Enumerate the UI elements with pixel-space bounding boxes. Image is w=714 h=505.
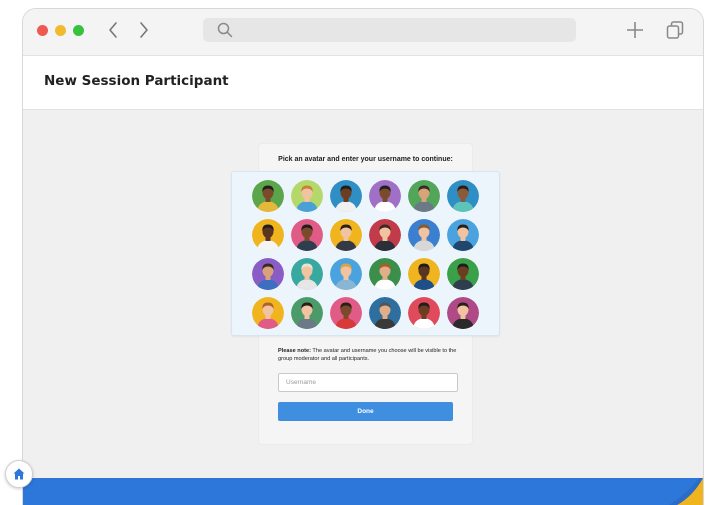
avatar-option[interactable] xyxy=(291,297,323,329)
person-avatar-icon xyxy=(330,258,362,290)
username-input[interactable] xyxy=(278,373,458,392)
app-header: New Session Participant xyxy=(23,56,703,110)
avatar-option[interactable] xyxy=(330,297,362,329)
avatar-option[interactable] xyxy=(291,219,323,251)
person-avatar-icon xyxy=(252,297,284,329)
avatar-picker xyxy=(231,171,500,336)
avatar-option[interactable] xyxy=(330,219,362,251)
plus-icon xyxy=(627,22,643,38)
person-avatar-icon xyxy=(408,258,440,290)
person-avatar-icon xyxy=(330,219,362,251)
avatar-option[interactable] xyxy=(330,180,362,212)
person-avatar-icon xyxy=(291,219,323,251)
done-button[interactable]: Done xyxy=(278,402,453,421)
corner-accent xyxy=(669,478,703,505)
person-avatar-icon xyxy=(369,258,401,290)
avatar-option[interactable] xyxy=(408,258,440,290)
home-icon xyxy=(13,468,25,480)
person-avatar-icon xyxy=(369,297,401,329)
avatar-option[interactable] xyxy=(369,258,401,290)
avatar-option[interactable] xyxy=(252,219,284,251)
browser-window: New Session Participant Pick an avatar a… xyxy=(22,8,704,505)
avatar-option[interactable] xyxy=(408,219,440,251)
browser-toolbar xyxy=(23,9,703,56)
person-avatar-icon xyxy=(447,180,479,212)
avatar-option[interactable] xyxy=(447,219,479,251)
tabs-icon xyxy=(666,21,684,39)
minimize-window-button[interactable] xyxy=(55,25,66,36)
person-avatar-icon xyxy=(252,180,284,212)
avatar-option[interactable] xyxy=(447,297,479,329)
avatar-option[interactable] xyxy=(408,297,440,329)
person-avatar-icon xyxy=(408,219,440,251)
privacy-note: Please note: The avatar and username you… xyxy=(278,347,458,363)
avatar-option[interactable] xyxy=(369,297,401,329)
person-avatar-icon xyxy=(291,258,323,290)
participant-form-card: Pick an avatar and enter your username t… xyxy=(231,143,500,445)
person-avatar-icon xyxy=(408,297,440,329)
bottom-bar xyxy=(23,478,703,505)
person-avatar-icon xyxy=(447,219,479,251)
chevron-left-icon xyxy=(109,22,117,38)
chevron-right-icon xyxy=(140,22,148,38)
avatar-option[interactable] xyxy=(408,180,440,212)
person-avatar-icon xyxy=(408,180,440,212)
avatar-option[interactable] xyxy=(291,258,323,290)
avatar-option[interactable] xyxy=(330,258,362,290)
person-avatar-icon xyxy=(252,258,284,290)
person-avatar-icon xyxy=(447,297,479,329)
avatar-option[interactable] xyxy=(252,258,284,290)
maximize-window-button[interactable] xyxy=(73,25,84,36)
back-button[interactable] xyxy=(105,20,123,40)
person-avatar-icon xyxy=(369,180,401,212)
person-avatar-icon xyxy=(330,180,362,212)
close-window-button[interactable] xyxy=(37,25,48,36)
search-icon xyxy=(217,22,233,38)
person-avatar-icon xyxy=(252,219,284,251)
person-avatar-icon xyxy=(369,219,401,251)
avatar-option[interactable] xyxy=(447,180,479,212)
avatar-grid xyxy=(232,172,499,335)
person-avatar-icon xyxy=(330,297,362,329)
privacy-note-label: Please note: xyxy=(278,348,311,354)
person-avatar-icon xyxy=(447,258,479,290)
form-prompt: Pick an avatar and enter your username t… xyxy=(278,156,453,163)
address-bar[interactable] xyxy=(203,18,576,42)
tabs-overview-button[interactable] xyxy=(665,20,685,40)
avatar-option[interactable] xyxy=(252,297,284,329)
avatar-option[interactable] xyxy=(252,180,284,212)
avatar-option[interactable] xyxy=(447,258,479,290)
avatar-option[interactable] xyxy=(291,180,323,212)
person-avatar-icon xyxy=(291,180,323,212)
new-tab-button[interactable] xyxy=(625,20,645,40)
home-button[interactable] xyxy=(5,460,33,488)
main-content: Pick an avatar and enter your username t… xyxy=(23,110,703,480)
avatar-option[interactable] xyxy=(369,180,401,212)
forward-button[interactable] xyxy=(135,20,153,40)
avatar-option[interactable] xyxy=(369,219,401,251)
page-title: New Session Participant xyxy=(44,73,229,89)
person-avatar-icon xyxy=(291,297,323,329)
